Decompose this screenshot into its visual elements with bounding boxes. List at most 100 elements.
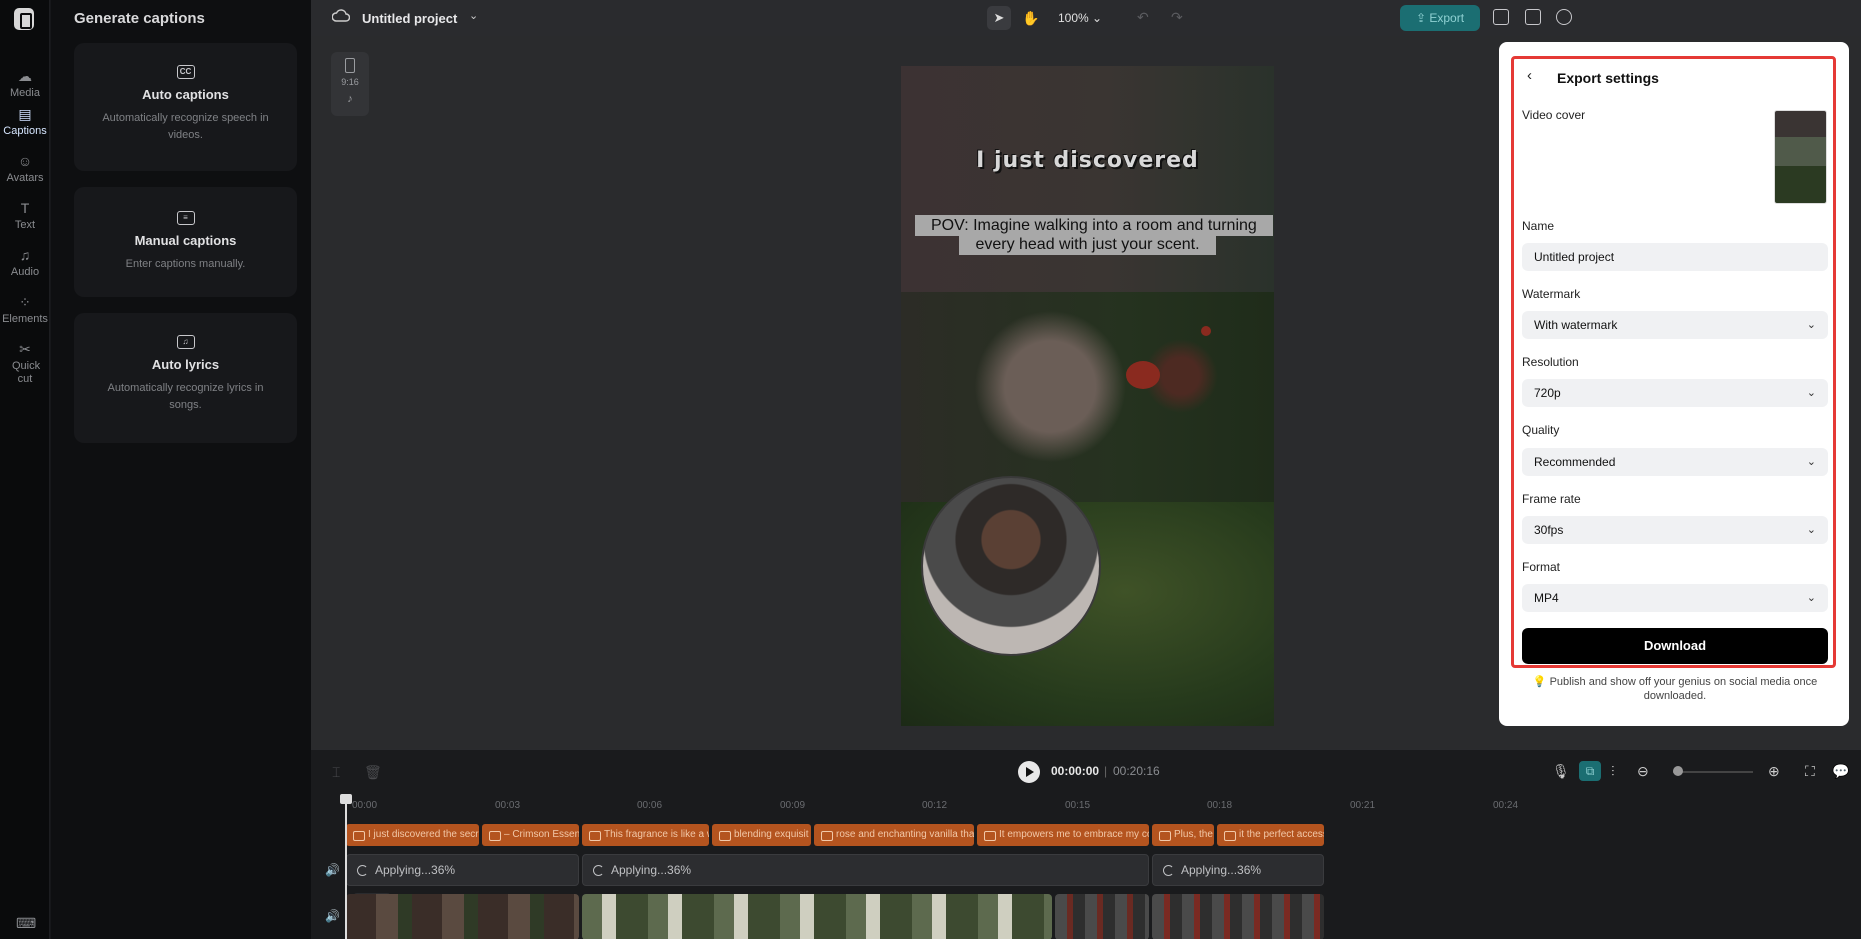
keyboard-shortcuts[interactable]: ⌨ [0, 915, 50, 934]
play-button[interactable] [1018, 761, 1040, 783]
caption-clip[interactable]: rose and enchanting vanilla that [814, 824, 974, 846]
app-logo-icon[interactable] [14, 8, 34, 30]
project-name[interactable]: Untitled project [362, 11, 457, 26]
rail-item-captions[interactable]: ▤ Captions [0, 98, 50, 142]
main-track-volume-icon[interactable]: 🔊 [325, 909, 340, 923]
video-clip-thumbnails[interactable] [1055, 894, 1149, 939]
ratio-label: 9:16 [341, 77, 359, 87]
video-preview[interactable]: I just discovered POV: Imagine walking i… [901, 66, 1274, 726]
avatar-clip[interactable]: Applying...36% [1152, 854, 1324, 886]
publish-note: 💡 Publish and show off your genius on so… [1532, 676, 1818, 702]
cloud-save-icon[interactable] [332, 9, 350, 23]
rail-item-text[interactable]: T Text [0, 200, 50, 232]
quality-select[interactable]: Recommended ⌄ [1522, 448, 1828, 476]
video-cover-label: Video cover [1522, 108, 1586, 122]
aspect-ratio-panel[interactable]: 9:16 ♪ [331, 52, 369, 116]
text-icon: T [20, 200, 30, 216]
video-clip-thumbnails[interactable] [346, 894, 579, 939]
caption-clip[interactable]: I just discovered the secret [346, 824, 479, 846]
video-cover-thumbnail[interactable] [1774, 110, 1827, 204]
layout-panel-icon[interactable] [1525, 9, 1541, 25]
rail-item-audio[interactable]: ♫ Audio [0, 247, 50, 279]
playhead[interactable] [340, 794, 352, 939]
caption-clip[interactable]: blending exquisit [712, 824, 811, 846]
microphone-icon[interactable]: 🎙 [1552, 763, 1570, 780]
fit-screen-icon[interactable]: ⛶ [1805, 763, 1815, 780]
keyboard-icon: ⌨ [16, 915, 37, 931]
zoom-out-icon[interactable]: ⊖ [1637, 763, 1649, 780]
caption-clip[interactable]: – Crimson Essence [482, 824, 579, 846]
split-icon[interactable]: ⌶ [332, 764, 340, 781]
name-input[interactable]: Untitled project [1522, 243, 1828, 271]
video-clip-thumbnails[interactable] [1152, 894, 1324, 939]
elements-icon: ⁘ [19, 294, 31, 310]
caption-clip[interactable]: It empowers me to embrace my co [977, 824, 1149, 846]
back-arrow-icon[interactable]: ‹ [1527, 67, 1532, 84]
frame-rate-select[interactable]: 30fps ⌄ [1522, 516, 1828, 544]
captions-panel: Generate captions CC Auto captions Autom… [51, 0, 311, 939]
avatars-icon: ☺ [17, 153, 33, 169]
rail-item-media[interactable]: ☁ Media [0, 68, 50, 100]
timeline: ⌶ 🗑 00:00:00 | 00:20:16 🎙 ⧉ ⫶ ⊖ ⊕ ⛶ 💬 00… [311, 749, 1861, 939]
auto-lyrics-card[interactable]: ♫ Auto lyrics Automatically recognize ly… [74, 313, 297, 443]
frame-rate-label: Frame rate [1522, 492, 1581, 506]
download-button[interactable]: Download [1522, 628, 1828, 664]
chevron-down-icon[interactable]: ⌄ [469, 9, 478, 22]
format-select[interactable]: MP4 ⌄ [1522, 584, 1828, 612]
left-rail: ☁ Media ▤ Captions ☺ Avatars T Text ♫ Au… [0, 0, 50, 939]
audio-icon: ♫ [19, 247, 31, 263]
auto-snap-icon[interactable]: ⧉ [1579, 761, 1601, 781]
manual-captions-card[interactable]: ≡ Manual captions Enter captions manuall… [74, 187, 297, 297]
time-separator: | [1104, 764, 1108, 778]
chevron-down-icon: ⌄ [1806, 456, 1816, 468]
resolution-select[interactable]: 720p ⌄ [1522, 379, 1828, 407]
track-volume-icon[interactable]: 🔊 [325, 863, 340, 877]
tiktok-icon: ♪ [347, 93, 353, 105]
undo-icon[interactable]: ↶ [1137, 9, 1149, 26]
time-ruler[interactable]: 00:00 00:03 00:06 00:09 00:12 00:15 00:1… [347, 800, 1861, 814]
resolution-label: Resolution [1522, 355, 1579, 369]
quality-label: Quality [1522, 423, 1560, 437]
total-duration: 00:20:16 [1113, 764, 1160, 778]
name-label: Name [1522, 219, 1555, 233]
export-button[interactable]: ⇪ Export [1400, 5, 1480, 31]
hand-tool-icon[interactable]: ✋ [1019, 6, 1043, 30]
settings-gear-icon[interactable] [1556, 9, 1572, 25]
zoom-slider-handle[interactable] [1673, 766, 1683, 776]
avatar-overlay[interactable] [921, 476, 1101, 656]
auto-captions-card[interactable]: CC Auto captions Automatically recognize… [74, 43, 297, 171]
chevron-down-icon: ⌄ [1806, 387, 1816, 399]
lyrics-icon: ♫ [176, 335, 195, 349]
quick-cut-icon: ✂ [19, 341, 31, 357]
chevron-down-icon: ⌄ [1806, 319, 1816, 331]
comment-icon[interactable]: 💬 [1832, 763, 1849, 780]
video-subtitle: POV: Imagine walking into a room and tur… [915, 215, 1273, 255]
video-headline: I just discovered [976, 148, 1199, 173]
pointer-tool-icon[interactable]: ➤ [987, 6, 1011, 30]
format-label: Format [1522, 560, 1561, 574]
zoom-level[interactable]: 100% ⌄ [1058, 11, 1102, 25]
redo-icon[interactable]: ↷ [1171, 9, 1183, 26]
caption-clip[interactable]: it the perfect access [1217, 824, 1324, 846]
watermark-select[interactable]: With watermark ⌄ [1522, 311, 1828, 339]
layers-icon[interactable] [1493, 9, 1509, 25]
export-settings-title: Export settings [1557, 70, 1659, 86]
delete-icon[interactable]: 🗑 [364, 764, 382, 781]
caption-clip[interactable]: This fragrance is like a w [582, 824, 709, 846]
avatar-clip[interactable]: Applying...36% [582, 854, 1149, 886]
cc-icon: CC [176, 65, 195, 79]
rail-item-avatars[interactable]: ☺ Avatars [0, 153, 50, 185]
rail-item-elements[interactable]: ⁘ Elements [0, 294, 50, 326]
current-time: 00:00:00 [1051, 764, 1100, 778]
rail-item-quick-cut[interactable]: ✂ Quick cut [0, 341, 50, 386]
video-clip-thumbnails[interactable] [582, 894, 1052, 939]
avatar-clip[interactable]: Applying...36% [346, 854, 579, 886]
captions-icon: ▤ [18, 106, 32, 122]
split-view-icon[interactable]: ⫶ [1611, 763, 1615, 780]
watermark-label: Watermark [1522, 287, 1581, 301]
export-settings-panel: ‹ Export settings Video cover Name Untit… [1499, 42, 1849, 726]
timeline-zoom-slider[interactable] [1673, 771, 1753, 773]
zoom-in-icon[interactable]: ⊕ [1768, 763, 1780, 780]
chevron-down-icon: ⌄ [1806, 524, 1816, 536]
caption-clip[interactable]: Plus, the [1152, 824, 1214, 846]
